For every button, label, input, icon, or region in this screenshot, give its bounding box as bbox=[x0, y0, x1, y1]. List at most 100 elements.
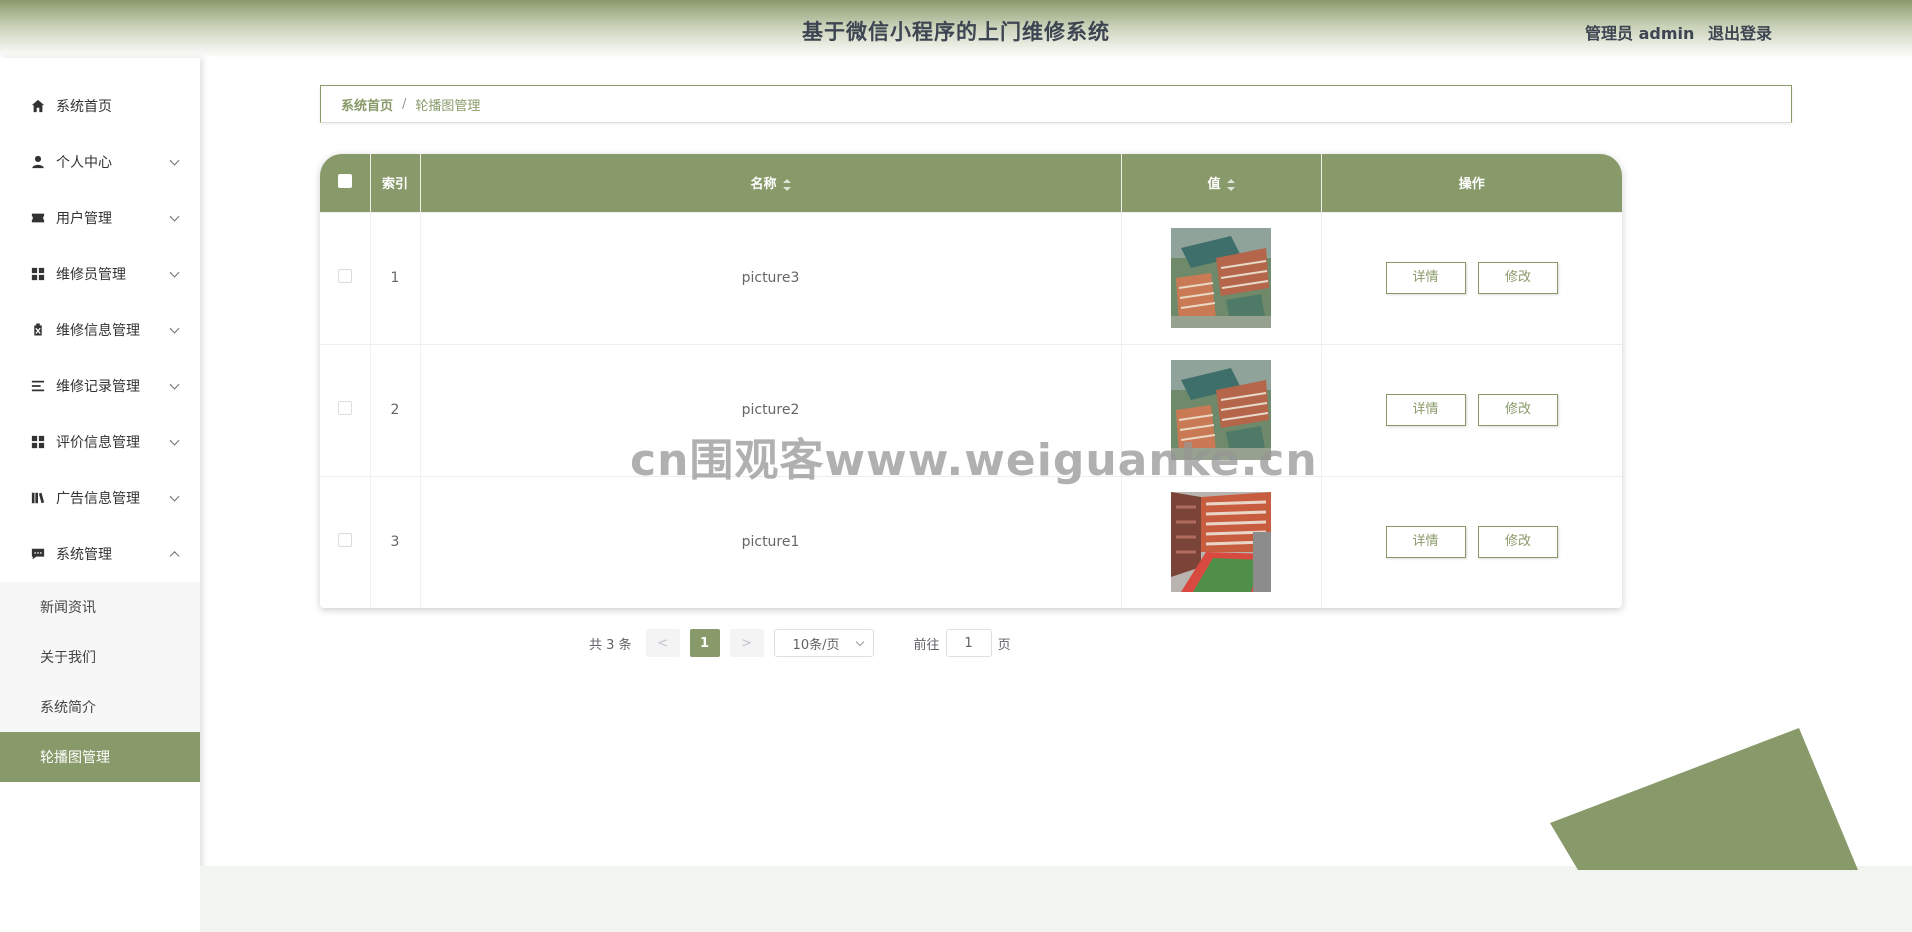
sidebar-item-profile[interactable]: 个人中心 bbox=[0, 134, 200, 190]
campus-track-thumbnail[interactable] bbox=[1171, 492, 1271, 593]
sidebar-item-label: 维修员管理 bbox=[56, 267, 126, 283]
ticket-icon bbox=[30, 210, 46, 226]
breadcrumb-home[interactable]: 系统首页 bbox=[341, 95, 393, 114]
sort-icon[interactable] bbox=[1226, 178, 1235, 191]
clipboard-x-icon bbox=[30, 322, 46, 338]
sidebar-item-label: 评价信息管理 bbox=[56, 435, 140, 451]
row-select-cell bbox=[320, 212, 371, 344]
header-name[interactable]: 名称 bbox=[420, 154, 1122, 212]
detail-button[interactable]: 详情 bbox=[1385, 262, 1466, 294]
system-submenu: 新闻资讯 关于我们 系统简介 轮播图管理 bbox=[0, 582, 200, 782]
row-actions: 详情 修改 bbox=[1321, 212, 1622, 344]
watermark-text: cn围观客www.weiguanke.cn bbox=[630, 435, 1318, 486]
row-index: 2 bbox=[370, 344, 421, 476]
detail-button[interactable]: 详情 bbox=[1385, 526, 1466, 559]
home-icon bbox=[30, 98, 46, 114]
edit-button[interactable]: 修改 bbox=[1477, 526, 1558, 559]
sidebar-item-label: 维修记录管理 bbox=[56, 379, 140, 395]
row-value bbox=[1121, 476, 1322, 608]
table-row: 1 picture3 详情 修改 bbox=[320, 212, 1622, 344]
chevron-down-icon bbox=[855, 637, 864, 647]
row-name: picture3 bbox=[420, 212, 1122, 344]
breadcrumb: 系统首页 / 轮播图管理 bbox=[320, 85, 1792, 123]
pagination: 共 3 条 < 1 > 10条/页 前往 页 bbox=[589, 629, 1011, 657]
submenu-item-intro[interactable]: 系统简介 bbox=[0, 682, 200, 732]
sidebar-item-reviews[interactable]: 评价信息管理 bbox=[0, 414, 200, 470]
page-size-select[interactable]: 10条/页 bbox=[773, 629, 874, 657]
logout-link[interactable]: 退出登录 bbox=[1708, 24, 1772, 43]
sidebar-item-ads[interactable]: 广告信息管理 bbox=[0, 470, 200, 526]
row-index: 3 bbox=[370, 476, 421, 608]
edit-button[interactable]: 修改 bbox=[1477, 394, 1558, 426]
row-checkbox[interactable] bbox=[337, 533, 352, 548]
chevron-down-icon bbox=[169, 155, 180, 166]
sidebar-item-label: 系统首页 bbox=[56, 99, 112, 115]
goto-prefix: 前往 bbox=[913, 637, 940, 653]
chevron-down-icon bbox=[169, 323, 180, 334]
page-size-value: 10条/页 bbox=[792, 637, 840, 653]
sidebar-item-users[interactable]: 用户管理 bbox=[0, 190, 200, 246]
detail-button[interactable]: 详情 bbox=[1385, 394, 1466, 426]
header-index: 索引 bbox=[370, 154, 421, 212]
goto-suffix: 页 bbox=[997, 637, 1011, 653]
chevron-up-icon bbox=[169, 551, 180, 562]
person-icon bbox=[30, 154, 46, 170]
breadcrumb-separator: / bbox=[402, 96, 407, 112]
chat-icon bbox=[30, 546, 46, 562]
header-value-label: 值 bbox=[1207, 177, 1221, 193]
header-value[interactable]: 值 bbox=[1121, 154, 1322, 212]
carousel-table: 索引 名称 值 操作 1 picture3 详情 修改 2 picture2 详… bbox=[320, 154, 1622, 608]
row-value bbox=[1121, 212, 1322, 344]
sidebar-item-label: 个人中心 bbox=[56, 155, 112, 171]
footer-band bbox=[200, 866, 1912, 932]
sidebar-item-home[interactable]: 系统首页 bbox=[0, 78, 200, 134]
sort-icon[interactable] bbox=[782, 178, 791, 191]
campus-aerial-thumbnail[interactable] bbox=[1171, 228, 1271, 328]
row-actions: 详情 修改 bbox=[1321, 476, 1622, 608]
prev-page-button[interactable]: < bbox=[645, 629, 680, 657]
select-all-checkbox[interactable] bbox=[337, 173, 352, 188]
list-icon bbox=[30, 378, 46, 394]
sidebar: 系统首页 个人中心 用户管理 维修员管理 维修信息管理 维修记录管理 评价信息管… bbox=[0, 58, 200, 932]
table-header-row: 索引 名称 值 操作 bbox=[320, 154, 1622, 212]
books-icon bbox=[30, 490, 46, 506]
edit-button[interactable]: 修改 bbox=[1477, 262, 1558, 294]
page-number-button[interactable]: 1 bbox=[689, 629, 720, 657]
sidebar-item-label: 用户管理 bbox=[56, 211, 112, 227]
submenu-item-about[interactable]: 关于我们 bbox=[0, 632, 200, 682]
sidebar-item-repairmen[interactable]: 维修员管理 bbox=[0, 246, 200, 302]
sidebar-item-label: 广告信息管理 bbox=[56, 491, 140, 507]
user-area: 管理员 admin 退出登录 bbox=[1577, 20, 1772, 44]
goto-page-input[interactable] bbox=[945, 629, 992, 657]
chevron-down-icon bbox=[169, 379, 180, 390]
grid-icon bbox=[30, 434, 46, 450]
row-index: 1 bbox=[370, 212, 421, 344]
row-select-cell bbox=[320, 344, 371, 476]
submenu-item-carousel[interactable]: 轮播图管理 bbox=[0, 732, 200, 782]
chevron-down-icon bbox=[169, 267, 180, 278]
sidebar-item-label: 维修信息管理 bbox=[56, 323, 140, 339]
grid-icon bbox=[30, 266, 46, 282]
sidebar-item-system[interactable]: 系统管理 bbox=[0, 526, 200, 582]
breadcrumb-current: 轮播图管理 bbox=[415, 98, 481, 114]
sidebar-item-label: 系统管理 bbox=[56, 547, 112, 563]
table-row: 3 picture1 详情 修改 bbox=[320, 476, 1622, 608]
chevron-down-icon bbox=[169, 211, 180, 222]
user-label: 管理员 admin bbox=[1585, 24, 1695, 43]
row-name: picture1 bbox=[420, 476, 1122, 608]
row-checkbox[interactable] bbox=[337, 401, 352, 415]
row-actions: 详情 修改 bbox=[1321, 344, 1622, 476]
row-select-cell bbox=[320, 476, 371, 608]
sidebar-item-repair-info[interactable]: 维修信息管理 bbox=[0, 302, 200, 358]
header-name-label: 名称 bbox=[750, 177, 777, 193]
next-page-button[interactable]: > bbox=[729, 629, 764, 657]
header-select-all bbox=[320, 154, 371, 212]
submenu-item-news[interactable]: 新闻资讯 bbox=[0, 582, 200, 632]
row-checkbox[interactable] bbox=[337, 269, 352, 283]
chevron-down-icon bbox=[169, 435, 180, 446]
top-header: 基于微信小程序的上门维修系统 管理员 admin 退出登录 bbox=[0, 0, 1912, 58]
header-actions: 操作 bbox=[1458, 177, 1485, 193]
chevron-down-icon bbox=[169, 491, 180, 502]
sidebar-item-repair-records[interactable]: 维修记录管理 bbox=[0, 358, 200, 414]
pagination-total: 共 3 条 bbox=[589, 637, 632, 653]
